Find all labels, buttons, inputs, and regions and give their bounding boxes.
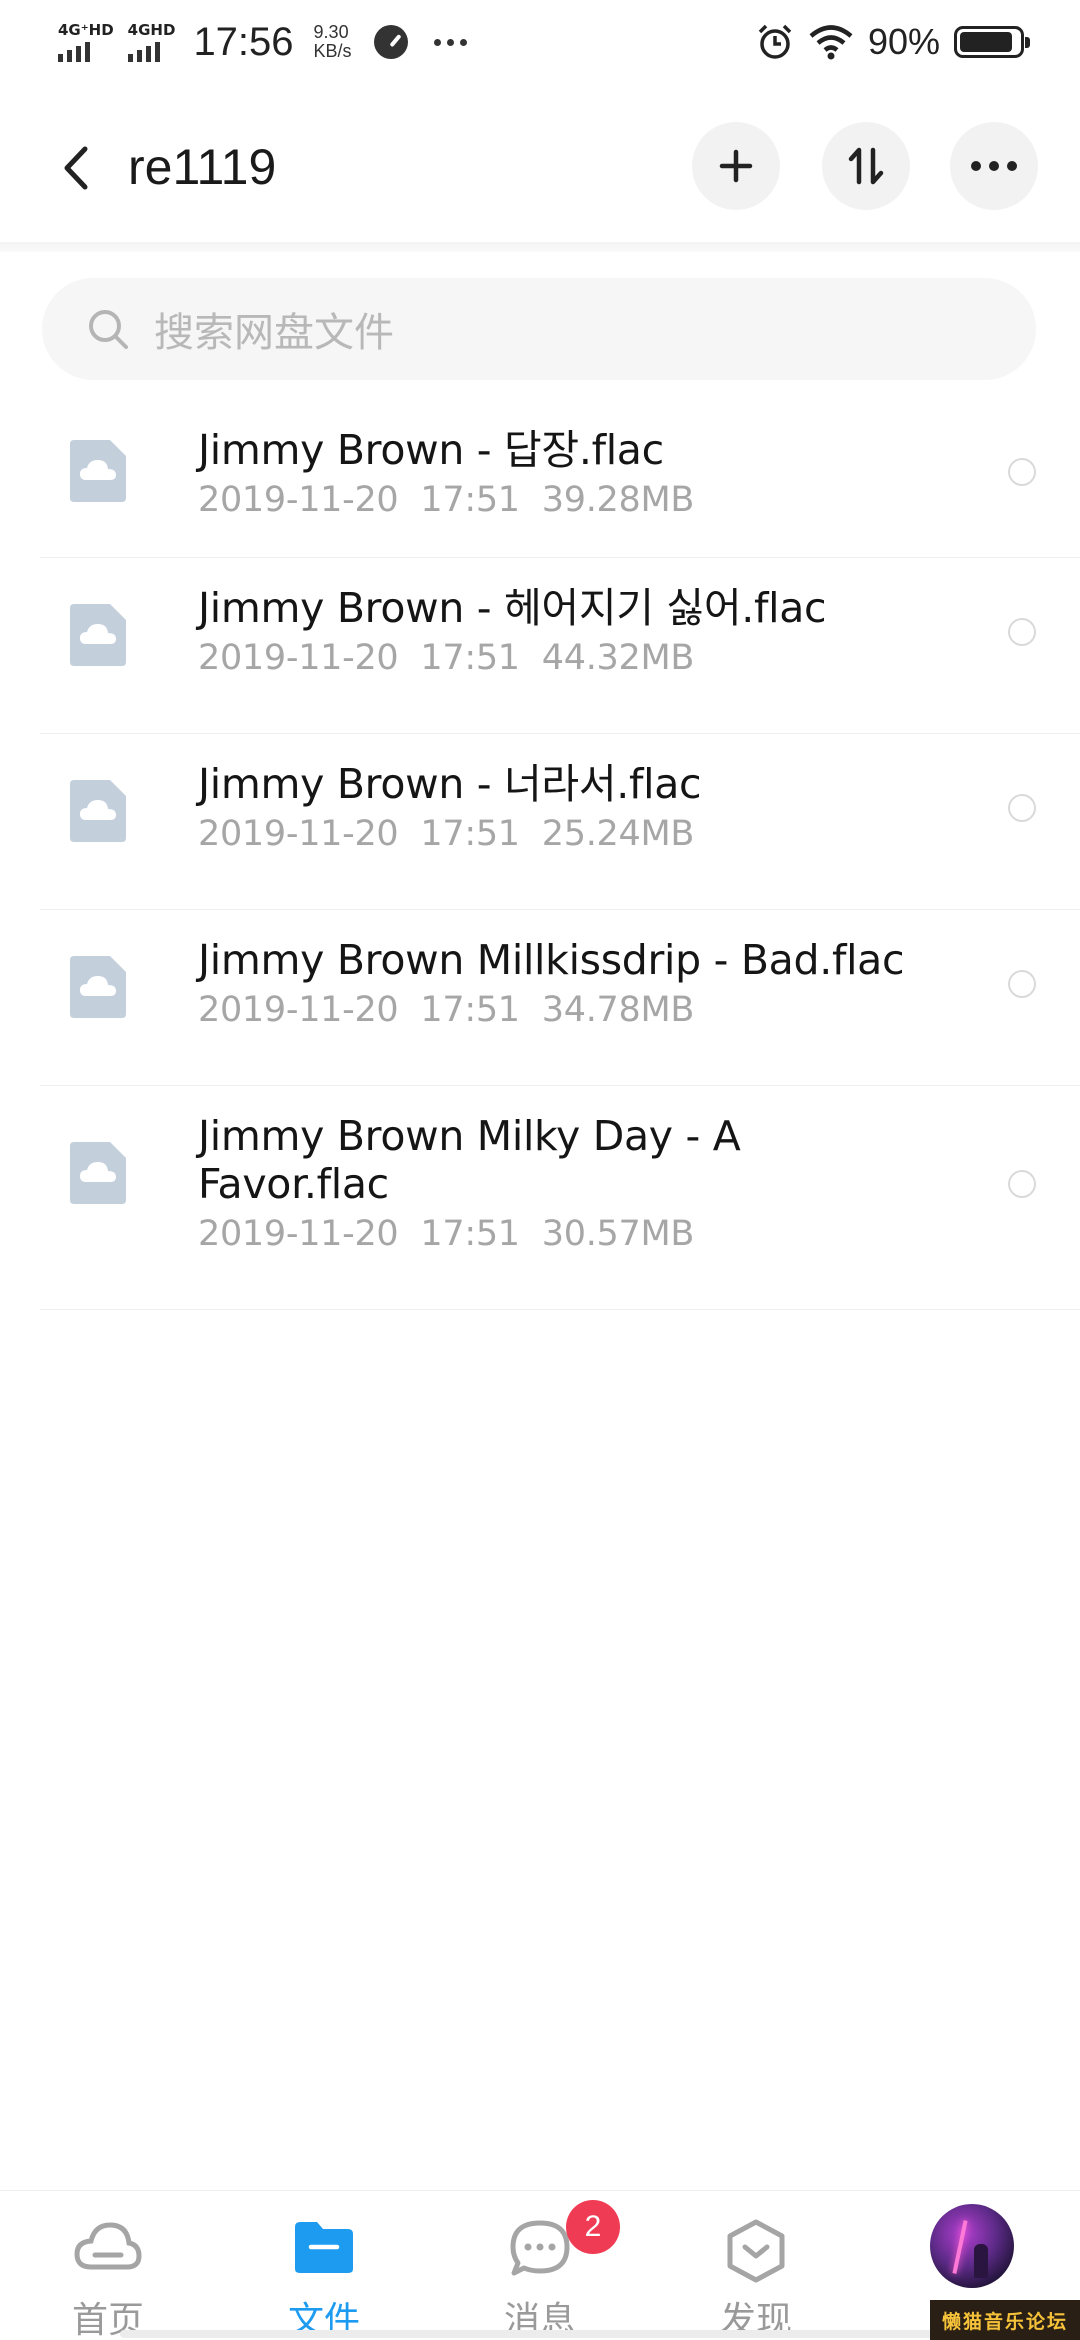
cloud-file-icon xyxy=(70,780,126,842)
file-size: 39.28MB xyxy=(541,480,695,520)
file-time: 17:51 xyxy=(420,480,520,520)
chat-bubble-icon xyxy=(510,2220,570,2276)
network-type-2: 4GHD xyxy=(127,20,176,39)
cloud-icon xyxy=(74,2222,142,2270)
header-divider xyxy=(0,242,1080,252)
file-row[interactable]: Jimmy Brown - 답장.flac 2019-11-20 17:51 39.… xyxy=(40,400,1080,558)
battery-percent: 90% xyxy=(867,21,940,62)
signal-indicator-1: 4G⁺HD xyxy=(58,20,114,62)
file-name: Jimmy Brown - 헤어지기 싫어.flac xyxy=(198,584,827,632)
speed-unit: KB/s xyxy=(313,41,352,61)
file-time: 17:51 xyxy=(420,638,520,678)
more-dots-icon xyxy=(971,161,1017,171)
add-button[interactable] xyxy=(692,122,780,210)
file-date: 2019-11-20 xyxy=(198,638,399,678)
file-date: 2019-11-20 xyxy=(198,480,399,520)
file-row[interactable]: Jimmy Brown - 너라서.flac 2019-11-20 17:51 25… xyxy=(40,734,1080,910)
file-date: 2019-11-20 xyxy=(198,814,399,854)
page-title: re1119 xyxy=(128,139,277,195)
discover-hexagon-icon xyxy=(727,2219,785,2283)
file-meta: 2019-11-20 17:51 44.32MB xyxy=(198,638,694,678)
file-size: 44.32MB xyxy=(541,638,695,678)
speed-value: 9.30 xyxy=(313,22,349,42)
chevron-left-icon xyxy=(64,146,88,190)
search-icon xyxy=(89,310,128,349)
cloud-file-icon xyxy=(70,440,126,502)
app-header: re1119 xyxy=(0,118,1080,218)
file-date: 2019-11-20 xyxy=(198,1214,399,1254)
file-name: Jimmy Brown Millkissdrip - Bad.flac xyxy=(198,936,905,984)
file-row[interactable]: Jimmy Brown Milky Day - A Favor.flac 201… xyxy=(40,1086,1080,1310)
nav-files[interactable]: 文件 xyxy=(216,2191,432,2340)
file-date: 2019-11-20 xyxy=(198,990,399,1030)
bottom-nav: 首页 文件 消息 发现 xyxy=(0,2190,1080,2340)
select-radio[interactable] xyxy=(1008,618,1036,646)
file-row[interactable]: Jimmy Brown Millkissdrip - Bad.flac 2019… xyxy=(40,910,1080,1086)
file-meta: 2019-11-20 17:51 34.78MB xyxy=(198,990,694,1030)
file-name: Jimmy Brown - 너라서.flac xyxy=(198,760,702,808)
nav-discover[interactable]: 发现 xyxy=(648,2191,864,2340)
battery-icon xyxy=(954,26,1030,58)
cloud-file-icon xyxy=(70,1142,126,1204)
file-list: Jimmy Brown - 답장.flac 2019-11-20 17:51 39.… xyxy=(40,400,1080,1310)
signal-bars-icon xyxy=(58,41,90,62)
folder-icon xyxy=(295,2222,353,2273)
plus-icon xyxy=(719,149,753,183)
select-radio[interactable] xyxy=(1008,794,1036,822)
sort-arrows-icon xyxy=(848,147,884,185)
status-bar: 4G⁺HD 4GHD 17:56 9.30 KB/s 90% xyxy=(0,0,1080,84)
home-indicator xyxy=(120,2330,940,2338)
file-size: 25.24MB xyxy=(541,814,695,854)
more-notifications-icon xyxy=(433,38,467,46)
cloud-file-icon xyxy=(70,956,126,1018)
speedometer-icon xyxy=(373,25,408,59)
back-button[interactable] xyxy=(48,140,104,196)
signal-bars-icon xyxy=(127,41,160,62)
status-time: 17:56 xyxy=(193,19,294,64)
avatar[interactable] xyxy=(930,2204,1014,2288)
file-size: 30.57MB xyxy=(541,1214,695,1254)
file-name: Jimmy Brown - 답장.flac xyxy=(198,426,664,474)
cloud-file-icon xyxy=(70,604,126,666)
search-input[interactable]: 搜索网盘文件 xyxy=(42,278,1036,380)
select-radio[interactable] xyxy=(1008,970,1036,998)
wifi-icon xyxy=(809,25,853,60)
sort-button[interactable] xyxy=(822,122,910,210)
select-radio[interactable] xyxy=(1008,1170,1036,1198)
search-placeholder: 搜索网盘文件 xyxy=(154,310,394,356)
file-row[interactable]: Jimmy Brown - 헤어지기 싫어.flac 2019-11-20 17:… xyxy=(40,558,1080,734)
signal-indicator-2: 4GHD xyxy=(127,20,176,62)
more-options-button[interactable] xyxy=(950,122,1038,210)
select-radio[interactable] xyxy=(1008,458,1036,486)
network-speed: 9.30 KB/s xyxy=(314,23,352,61)
file-meta: 2019-11-20 17:51 25.24MB xyxy=(198,814,694,854)
battery-level-fill xyxy=(960,32,1013,52)
file-time: 17:51 xyxy=(420,990,520,1030)
message-count-badge: 2 xyxy=(566,2200,620,2254)
file-name: Jimmy Brown Milky Day - A Favor.flac xyxy=(198,1112,741,1208)
network-type-1: 4G⁺HD xyxy=(58,20,114,39)
file-time: 17:51 xyxy=(420,1214,520,1254)
file-size: 34.78MB xyxy=(541,990,695,1030)
file-time: 17:51 xyxy=(420,814,520,854)
file-meta: 2019-11-20 17:51 39.28MB xyxy=(198,480,694,520)
nav-home[interactable]: 首页 xyxy=(0,2191,216,2340)
alarm-icon xyxy=(758,24,792,59)
file-meta: 2019-11-20 17:51 30.57MB xyxy=(198,1214,694,1254)
watermark: 懒猫音乐论坛 xyxy=(930,2300,1080,2340)
